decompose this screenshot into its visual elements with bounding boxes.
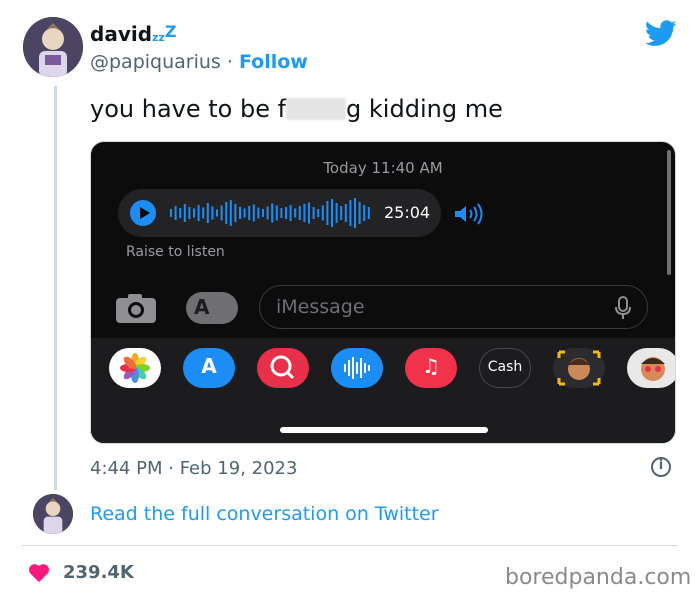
app-store-glyph-icon: A	[194, 295, 210, 319]
raise-to-listen-hint: Raise to listen	[126, 244, 225, 260]
audio-message-bubble[interactable]: 25:04	[118, 189, 441, 237]
follow-button[interactable]: Follow	[239, 51, 308, 73]
apps-button[interactable]: A	[186, 292, 238, 324]
watermark: boredpanda.com	[505, 565, 692, 590]
censor-blur	[286, 98, 347, 120]
author-handle-row: @papiquarius · Follow	[90, 51, 308, 73]
author-avatar[interactable]	[23, 17, 83, 77]
reader-avatar[interactable]	[33, 494, 73, 534]
scrollbar[interactable]	[667, 150, 671, 275]
separator-dot: ·	[220, 51, 239, 73]
photos-icon[interactable]	[109, 348, 161, 388]
author-name[interactable]: davidzzZ	[90, 22, 176, 46]
speaker-icon[interactable]	[453, 203, 487, 225]
web-search-icon[interactable]	[257, 348, 309, 388]
home-indicator[interactable]	[280, 427, 488, 433]
app-drawer: A ♫ Cash	[91, 338, 675, 443]
thread-line	[54, 86, 57, 490]
audio-message-icon[interactable]	[331, 348, 383, 388]
imessage-placeholder: iMessage	[276, 296, 365, 318]
waveform-icon[interactable]	[170, 197, 375, 229]
read-conversation-link[interactable]: Read the full conversation on Twitter	[90, 503, 439, 525]
imessage-input[interactable]: iMessage	[259, 285, 648, 329]
author-handle[interactable]: @papiquarius	[90, 51, 221, 73]
audio-duration: 25:04	[384, 203, 431, 222]
camera-icon[interactable]	[115, 292, 157, 324]
app-store-icon[interactable]: A	[183, 348, 235, 388]
info-icon[interactable]: i	[651, 457, 671, 477]
sleep-big-z: Z	[164, 22, 177, 41]
attached-screenshot[interactable]: Today 11:40 AM 25:04 Raise to listen A i…	[90, 141, 676, 444]
heart-icon[interactable]	[28, 563, 50, 583]
message-timestamp: Today 11:40 AM	[323, 159, 443, 177]
sleep-small-z: zz	[152, 31, 165, 44]
music-icon[interactable]: ♫	[405, 348, 457, 388]
memoji-icon[interactable]	[553, 348, 605, 388]
twitter-bird-icon[interactable]	[645, 20, 677, 51]
play-icon[interactable]	[130, 200, 156, 226]
microphone-icon[interactable]	[615, 296, 631, 320]
apple-cash-icon[interactable]: Cash	[479, 348, 531, 388]
divider	[22, 545, 677, 546]
like-count: 239.4K	[63, 562, 134, 583]
memoji-stickers-icon[interactable]	[627, 348, 675, 388]
tweet-timestamp[interactable]: 4:44 PM · Feb 19, 2023	[90, 458, 297, 479]
tweet-text: you have to be fg kidding me	[90, 95, 503, 123]
